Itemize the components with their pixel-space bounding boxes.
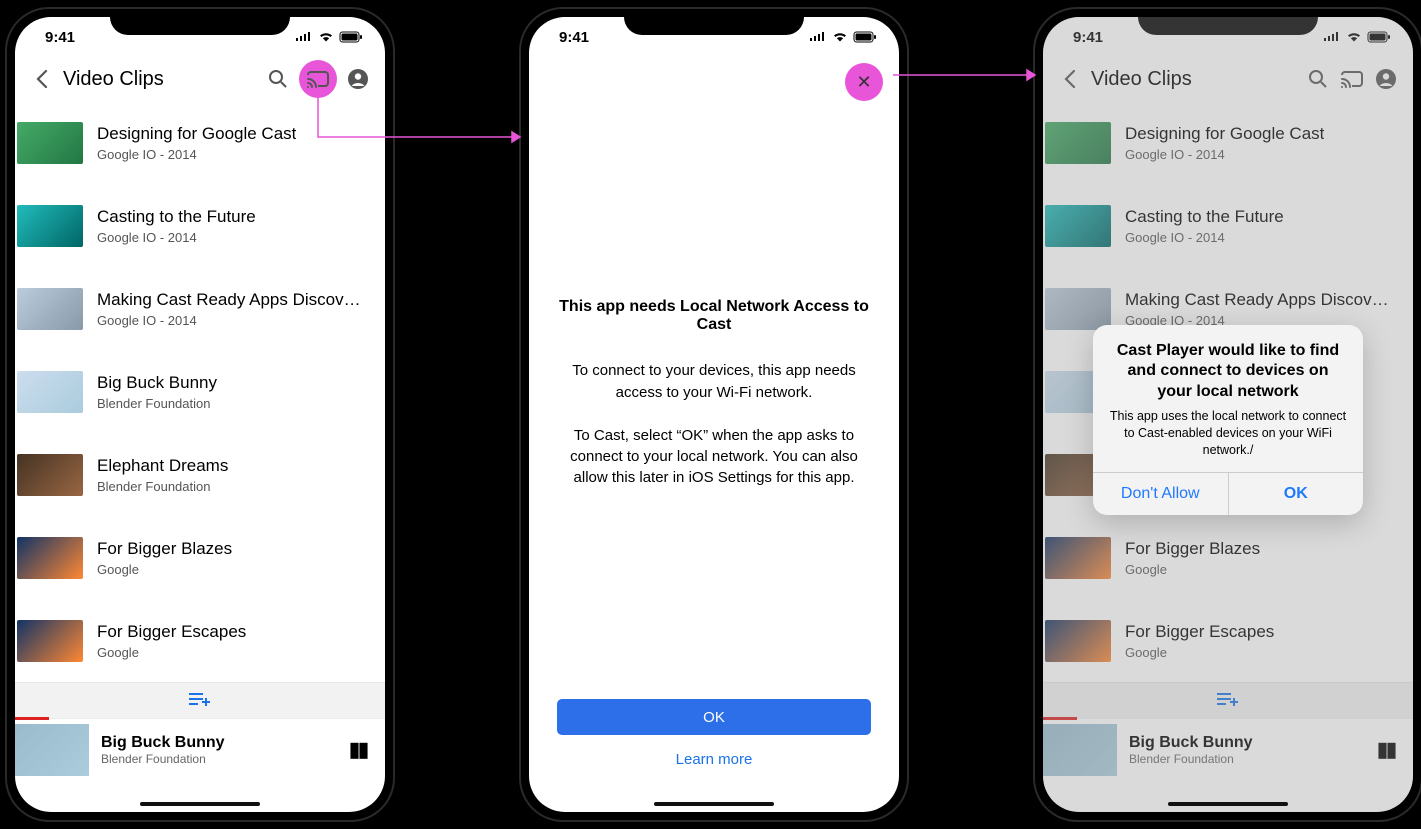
dont-allow-button[interactable]: Don't Allow [1093, 473, 1228, 515]
phone-3: 9:41 Video Clips Designing for Go [1033, 7, 1421, 822]
home-indicator [654, 802, 774, 806]
screen-3: 9:41 Video Clips Designing for Go [1043, 17, 1413, 812]
notch [624, 9, 804, 35]
alert-body: This app uses the local network to conne… [1109, 408, 1347, 458]
notch [110, 9, 290, 35]
home-indicator [1168, 802, 1288, 806]
ok-button[interactable]: OK [1228, 473, 1364, 515]
ios-permission-alert: Cast Player would like to find and conne… [1093, 325, 1363, 515]
alert-title: Cast Player would like to find and conne… [1109, 341, 1347, 402]
home-indicator [140, 802, 260, 806]
